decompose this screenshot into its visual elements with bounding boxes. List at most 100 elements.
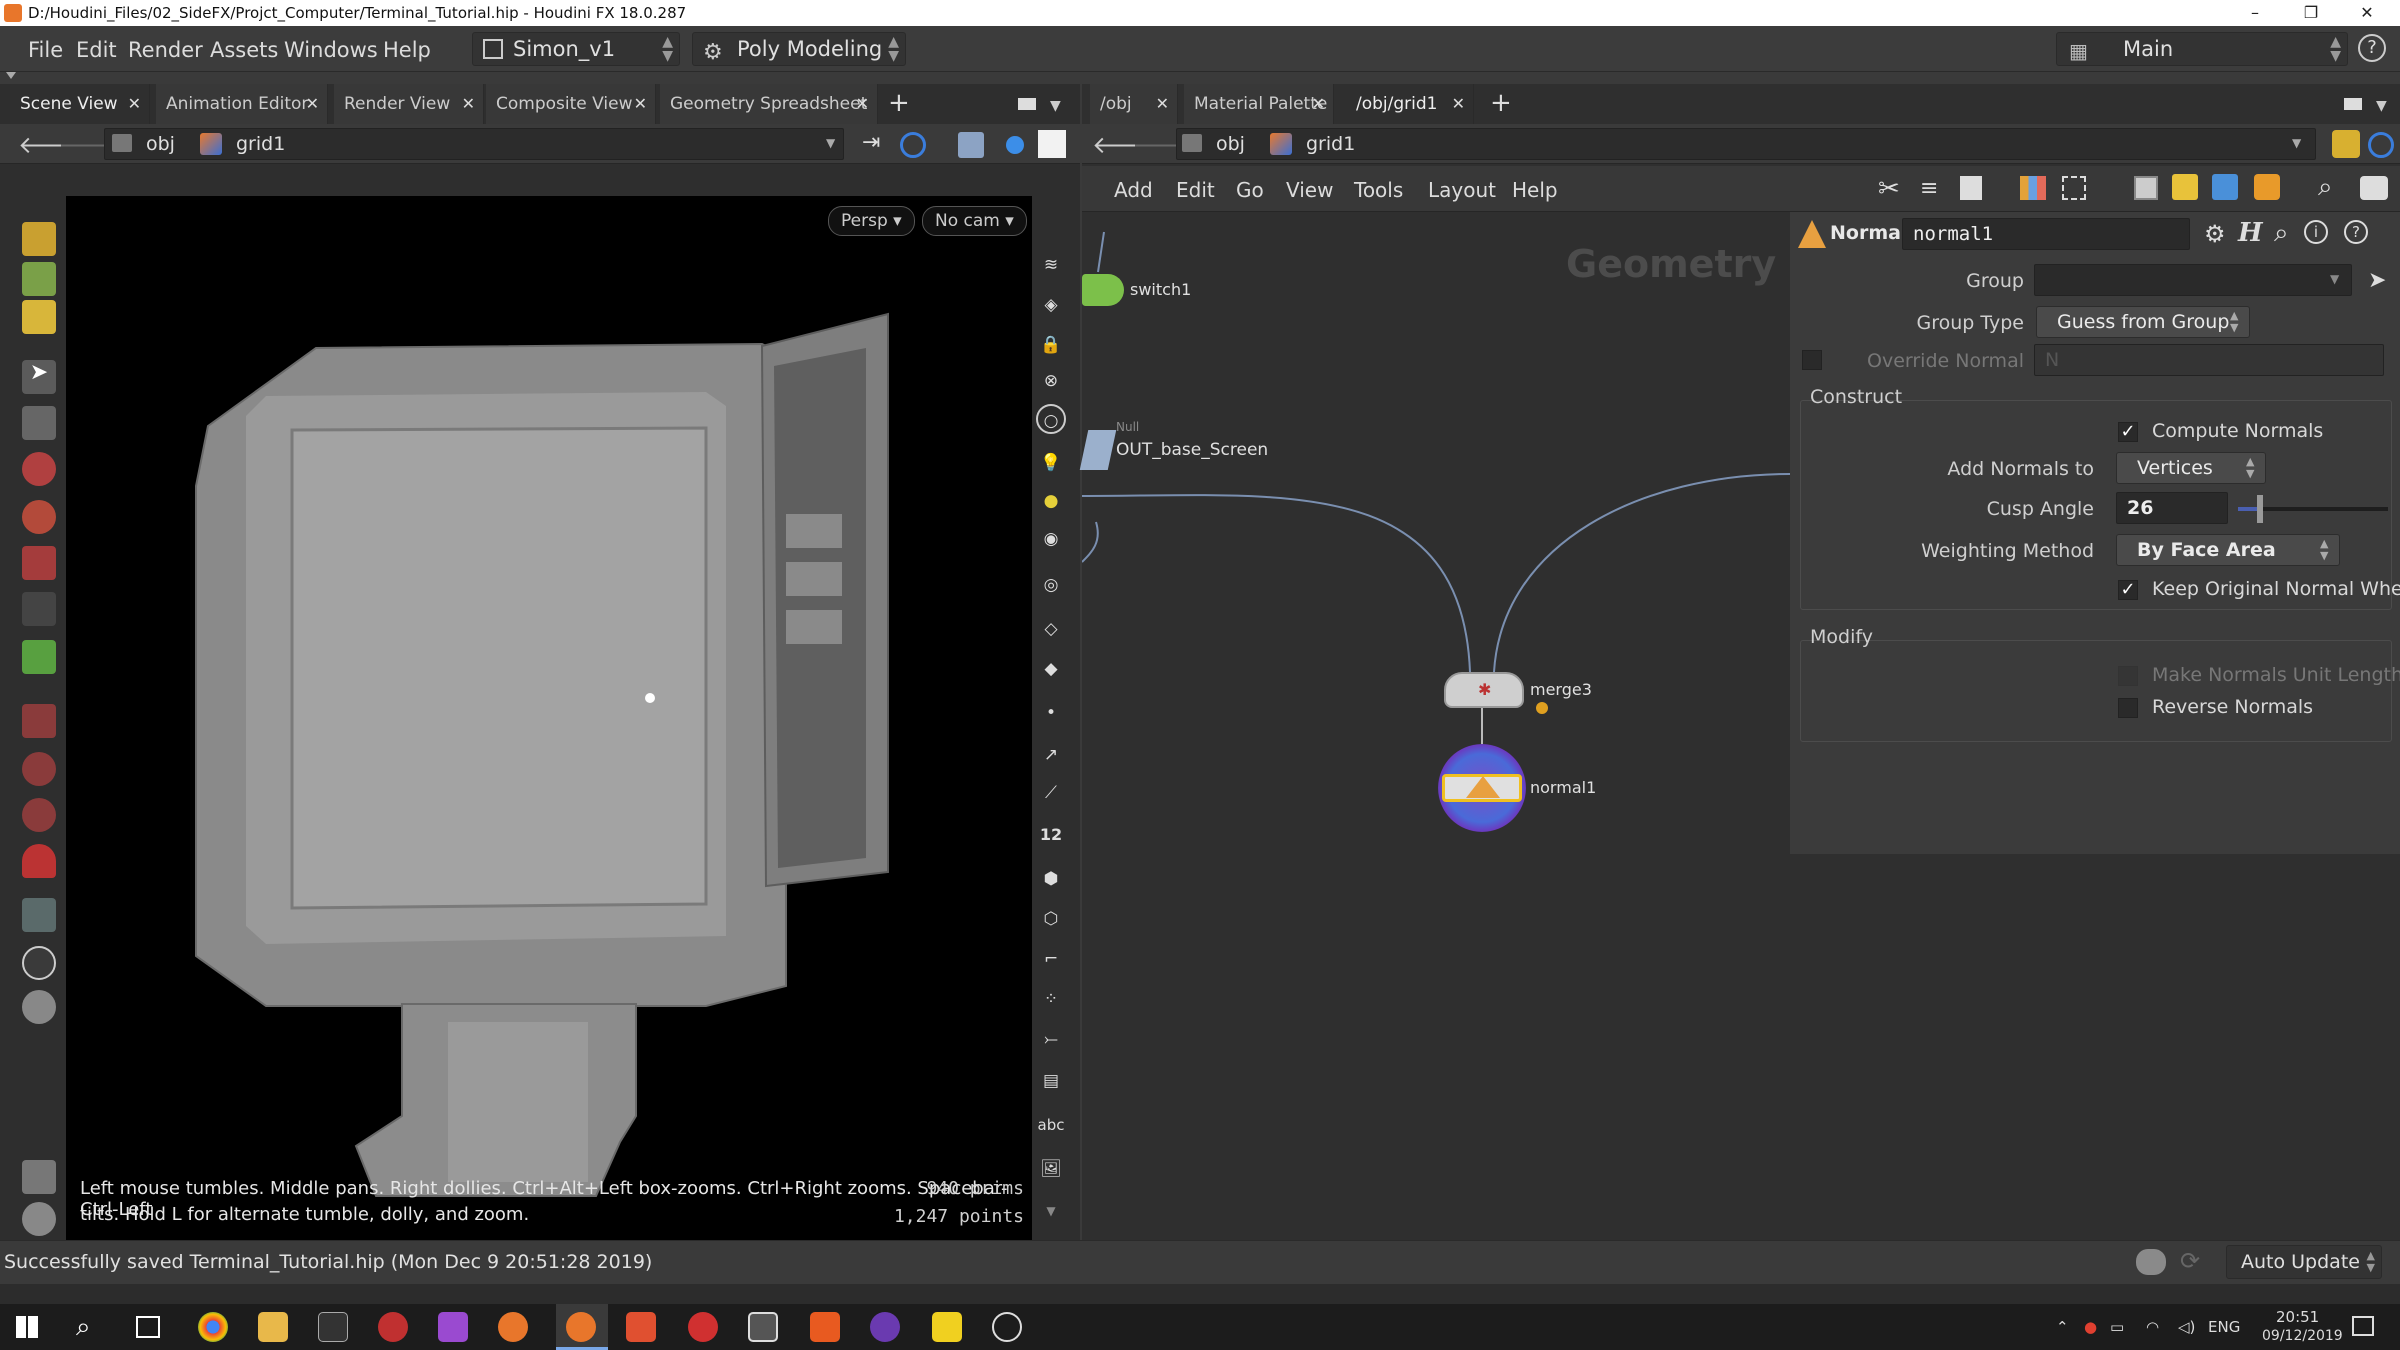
close-tab-icon[interactable]: ✕ bbox=[1156, 84, 1169, 124]
pane-menu-icon[interactable] bbox=[1018, 98, 1036, 110]
render-region-icon[interactable] bbox=[22, 1202, 56, 1236]
auto-update-dropdown[interactable]: Auto Update ▲ ▼ bbox=[2226, 1245, 2382, 1279]
net-menu-help[interactable]: Help bbox=[1512, 178, 1558, 202]
group-type-dropdown[interactable]: Guess from Group bbox=[2036, 306, 2250, 338]
add-tab-button[interactable]: + bbox=[1490, 88, 1512, 118]
tray-chrome-icon[interactable]: ● bbox=[2084, 1318, 2097, 1336]
cusp-angle-field[interactable]: 26 bbox=[2116, 492, 2228, 524]
close-tab-icon[interactable]: ✕ bbox=[306, 84, 319, 124]
tab-material-palette[interactable]: Material Palette ✕ bbox=[1184, 84, 1334, 124]
close-tab-icon[interactable]: ✕ bbox=[462, 84, 475, 124]
sticky-note-icon[interactable] bbox=[2172, 174, 2198, 200]
cloud-icon[interactable] bbox=[2136, 1249, 2166, 1275]
battery-icon[interactable]: ▭ bbox=[2110, 1318, 2124, 1336]
close-tab-icon[interactable]: ✕ bbox=[634, 84, 647, 124]
background-image-icon[interactable]: ▤ bbox=[1036, 1066, 1066, 1096]
tab-composite-view[interactable]: Composite View ✕ bbox=[486, 84, 656, 124]
menu-file[interactable]: File bbox=[28, 38, 63, 62]
tray-chevron-icon[interactable]: ⌃ bbox=[2056, 1318, 2069, 1336]
view-tool-icon[interactable] bbox=[22, 946, 56, 980]
template-icon[interactable]: ◇ bbox=[1036, 614, 1066, 644]
refresh-icon[interactable]: ⟳ bbox=[2180, 1247, 2200, 1275]
shading-cube-icon[interactable] bbox=[958, 132, 984, 158]
pin-icon[interactable] bbox=[2332, 130, 2360, 158]
chrome-icon[interactable] bbox=[198, 1312, 228, 1342]
sticky-notes-icon[interactable] bbox=[932, 1312, 962, 1342]
select-tool-icon[interactable] bbox=[22, 222, 56, 256]
select-arrow-icon[interactable]: ➤ bbox=[2368, 268, 2386, 293]
padlock-icon[interactable]: 🔒 bbox=[1036, 330, 1066, 360]
main-selector[interactable]: ▦ Main ▲ ▼ bbox=[2056, 32, 2348, 66]
windows-start-icon[interactable] bbox=[16, 1316, 38, 1338]
chevron-down-icon[interactable]: ▼ bbox=[2330, 272, 2339, 286]
tab-animation-editor[interactable]: Animation Editor ✕ bbox=[156, 84, 328, 124]
minimize-button[interactable]: – bbox=[2230, 0, 2280, 26]
ghost-icon[interactable]: ◈ bbox=[1036, 290, 1066, 320]
target-icon[interactable] bbox=[2368, 132, 2394, 158]
houdini-h-icon[interactable]: H bbox=[2238, 218, 2263, 248]
3d-viewport[interactable]: Persp ▾ No cam ▾ Left mouse tumbles. Mid… bbox=[66, 196, 1032, 1240]
attribute-text-icon[interactable]: abc bbox=[1036, 1110, 1066, 1140]
tab-geometry-spreadsheet[interactable]: Geometry Spreadsheet ✕ bbox=[660, 84, 878, 124]
close-button[interactable]: ✕ bbox=[2342, 0, 2392, 26]
wire-icon[interactable]: ○ bbox=[1036, 404, 1066, 434]
marmoset-icon[interactable] bbox=[810, 1312, 840, 1342]
net-menu-go[interactable]: Go bbox=[1236, 178, 1264, 202]
override-normal-toggle[interactable] bbox=[1802, 350, 1822, 370]
tree-view-icon[interactable]: ≡ bbox=[1920, 176, 1938, 201]
lock-icon[interactable] bbox=[22, 406, 56, 440]
close-tab-icon[interactable]: ✕ bbox=[1452, 84, 1465, 124]
app-red-icon[interactable] bbox=[378, 1312, 408, 1342]
close-tab-icon[interactable]: ✕ bbox=[1312, 84, 1325, 124]
breadcrumb-grid1[interactable]: grid1 bbox=[200, 130, 285, 158]
layers-icon[interactable]: ≋ bbox=[1036, 250, 1066, 280]
translate-icon[interactable] bbox=[22, 452, 56, 486]
pointer-icon[interactable]: ➤ bbox=[22, 360, 56, 394]
pane-dropdown-icon[interactable]: ▼ bbox=[1050, 98, 1061, 114]
close-tab-icon[interactable]: ✕ bbox=[856, 84, 869, 124]
rotate-icon[interactable] bbox=[22, 500, 56, 534]
breadcrumb-grid1[interactable]: grid1 bbox=[1270, 130, 1355, 158]
grid-view-icon[interactable] bbox=[2020, 176, 2046, 200]
notification-icon[interactable] bbox=[2352, 1316, 2374, 1336]
point-numbers-icon[interactable]: 12 bbox=[1036, 820, 1066, 850]
camera-tool-icon[interactable] bbox=[22, 898, 56, 932]
clock-time[interactable]: 20:51 bbox=[2276, 1308, 2319, 1326]
compute-normals-checkbox[interactable]: ✓ bbox=[2118, 422, 2138, 442]
tab-render-view[interactable]: Render View ✕ bbox=[334, 84, 484, 124]
flipbook-icon[interactable] bbox=[22, 990, 56, 1024]
pose-icon[interactable] bbox=[22, 640, 56, 674]
list-view-icon[interactable] bbox=[1960, 176, 1982, 200]
normals-icon[interactable]: ↗ bbox=[1036, 740, 1066, 770]
lighting-sphere-icon[interactable] bbox=[1006, 136, 1024, 154]
vectors-icon[interactable]: ⤚ bbox=[1036, 1024, 1066, 1054]
shelf-selector[interactable]: ⚙ Poly Modeling ▲ ▼ bbox=[692, 32, 906, 66]
display-options-icon[interactable] bbox=[22, 1160, 56, 1194]
node-name-field[interactable]: normal1 bbox=[1902, 218, 2190, 250]
vertex-normals-icon[interactable]: ⟋ bbox=[1036, 778, 1066, 808]
breadcrumb-obj[interactable]: obj bbox=[1182, 130, 1245, 158]
switch-node[interactable] bbox=[1082, 274, 1124, 306]
headlight-icon[interactable]: ● bbox=[1036, 486, 1066, 516]
volume-icon[interactable]: ◁) bbox=[2178, 1318, 2195, 1336]
search-icon[interactable]: ⌕ bbox=[2274, 218, 2289, 249]
cusp-angle-slider-track[interactable] bbox=[2238, 495, 2388, 523]
substance-painter-icon[interactable] bbox=[688, 1312, 718, 1342]
net-menu-tools[interactable]: Tools bbox=[1354, 178, 1403, 202]
handle-icon[interactable] bbox=[22, 592, 56, 626]
pane-dropdown-icon[interactable]: ▼ bbox=[2376, 98, 2387, 114]
camera-icon[interactable]: ◎ bbox=[1036, 570, 1066, 600]
menu-assets[interactable]: Assets bbox=[210, 38, 278, 62]
ambient-icon[interactable]: ◉ bbox=[1036, 524, 1066, 554]
search-icon[interactable]: ⌕ bbox=[76, 1312, 91, 1343]
language-indicator[interactable]: ENG bbox=[2208, 1318, 2240, 1336]
pane-menu-icon[interactable] bbox=[2344, 98, 2362, 110]
display-points-icon[interactable]: ◆ bbox=[1036, 654, 1066, 684]
net-menu-edit[interactable]: Edit bbox=[1176, 178, 1215, 202]
image-icon[interactable] bbox=[2212, 174, 2238, 200]
chevron-down-icon[interactable]: ▼ bbox=[2292, 136, 2301, 150]
light-icon[interactable]: 💡 bbox=[1036, 448, 1066, 478]
prim-normals-icon[interactable]: ⬢ bbox=[1036, 864, 1066, 894]
wifi-icon[interactable]: ◠ bbox=[2146, 1318, 2159, 1336]
snapshot-icon[interactable]: 🖼 bbox=[1036, 1154, 1066, 1184]
